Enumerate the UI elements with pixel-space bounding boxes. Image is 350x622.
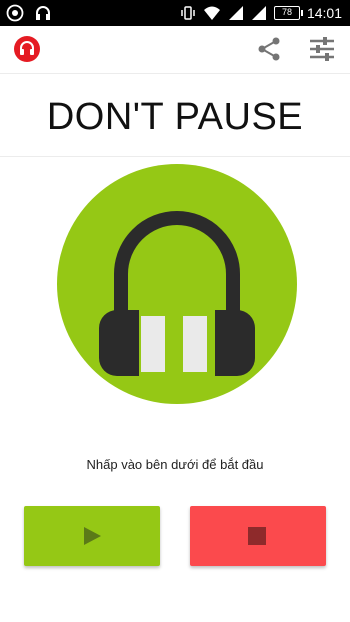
battery-icon: 78: [273, 6, 303, 20]
divider: [0, 73, 350, 74]
wifi-icon: [203, 6, 220, 20]
stop-button[interactable]: [190, 506, 326, 566]
share-icon[interactable]: [256, 36, 282, 62]
signal-icon: [251, 6, 266, 20]
battery-level: 78: [281, 7, 292, 17]
chrome-icon: [6, 4, 24, 22]
status-time: 14:01: [306, 5, 342, 21]
headphones-notification-icon: [36, 6, 50, 20]
app-headphones-logo-icon: [14, 36, 40, 62]
stop-icon: [248, 527, 266, 545]
app-bar: [0, 26, 350, 72]
status-bar-left: [6, 4, 52, 22]
play-button[interactable]: [24, 506, 160, 566]
status-bar-right: 78 14:01: [180, 4, 342, 22]
page-title: DON'T PAUSE: [46, 96, 304, 138]
signal-icon: [228, 6, 243, 20]
equalizer-icon[interactable]: [308, 36, 336, 62]
hero-circle: [57, 164, 297, 404]
vibrate-icon: [181, 6, 195, 20]
status-bar: 78 14:01: [0, 0, 350, 26]
headphones-icon: [99, 211, 255, 376]
play-icon: [84, 527, 101, 545]
start-hint-text: Nhấp vào bên dưới để bắt đầu: [86, 457, 264, 472]
divider: [0, 156, 350, 157]
